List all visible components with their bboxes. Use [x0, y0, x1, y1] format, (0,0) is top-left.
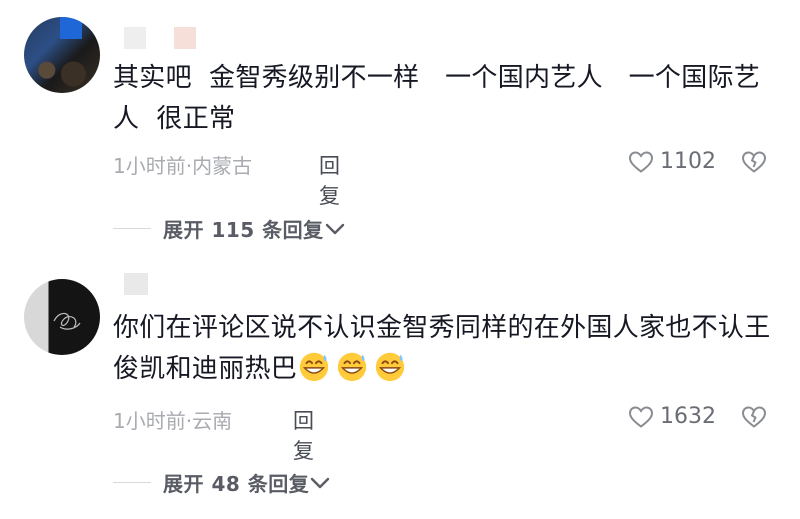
- divider: [113, 482, 151, 483]
- emoji-group: [297, 352, 411, 384]
- chevron-down-icon: [311, 477, 330, 488]
- username-redacted[interactable]: [124, 273, 176, 297]
- username-redacted[interactable]: [124, 27, 224, 51]
- heart-outline-icon: [628, 150, 654, 173]
- dislike-button[interactable]: [741, 150, 767, 178]
- chevron-down-icon: [325, 223, 344, 234]
- grinning-sweat-emoji-icon: [375, 352, 405, 382]
- divider: [113, 228, 151, 229]
- expand-replies[interactable]: 展开 48 条回复: [113, 468, 331, 497]
- comment-meta: 1小时前·云南 回复: [113, 405, 314, 463]
- dislike-button[interactable]: [741, 405, 767, 433]
- avatar[interactable]: [24, 17, 100, 93]
- expand-replies-label: 展开 48 条回复: [163, 472, 310, 496]
- expand-replies-label: 展开 115 条回复: [163, 218, 324, 242]
- comment-text: 其实吧 金智秀级别不一样 一个国内艺人 一个国际艺人 很正常: [113, 63, 761, 134]
- comment-meta: 1小时前·内蒙古 回复: [113, 150, 340, 208]
- timestamp-location: 1小时前·内蒙古: [113, 154, 253, 178]
- comment-text-body: 你们在评论区说不认识金智秀同样的在外国人家也不认王俊凯和迪丽热巴: [113, 313, 771, 384]
- reply-button[interactable]: 回复: [293, 405, 314, 465]
- grinning-sweat-emoji-icon: [299, 352, 329, 382]
- like-button[interactable]: 1102: [628, 149, 716, 174]
- expand-replies[interactable]: 展开 115 条回复: [113, 214, 346, 243]
- timestamp-location: 1小时前·云南: [113, 409, 233, 433]
- avatar[interactable]: [24, 279, 100, 355]
- like-count: 1102: [660, 149, 716, 174]
- broken-heart-icon: [741, 406, 767, 428]
- like-count: 1632: [660, 404, 716, 429]
- grinning-sweat-emoji-icon: [337, 352, 367, 382]
- like-button[interactable]: 1632: [628, 404, 716, 429]
- broken-heart-icon: [741, 151, 767, 173]
- reply-button[interactable]: 回复: [319, 150, 340, 210]
- heart-outline-icon: [628, 405, 654, 428]
- comment-text: 你们在评论区说不认识金智秀同样的在外国人家也不认王俊凯和迪丽热巴: [113, 308, 773, 390]
